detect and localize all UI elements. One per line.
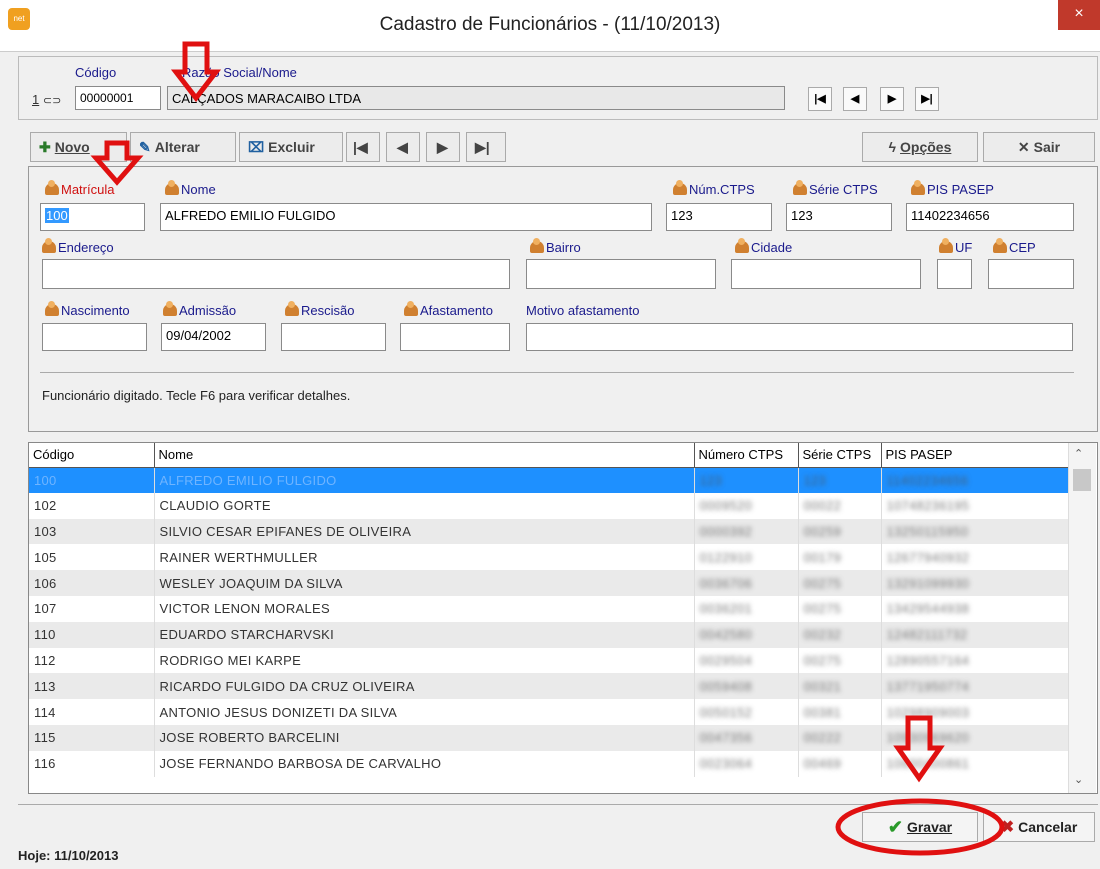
annotation-arrow-alterar (170, 41, 222, 103)
annotation-arrow-gravar (893, 715, 945, 783)
annotation-overlay (90, 41, 1005, 856)
annotation-circle-gravar (835, 798, 1005, 856)
annotation-arrow-matricula (90, 140, 144, 186)
